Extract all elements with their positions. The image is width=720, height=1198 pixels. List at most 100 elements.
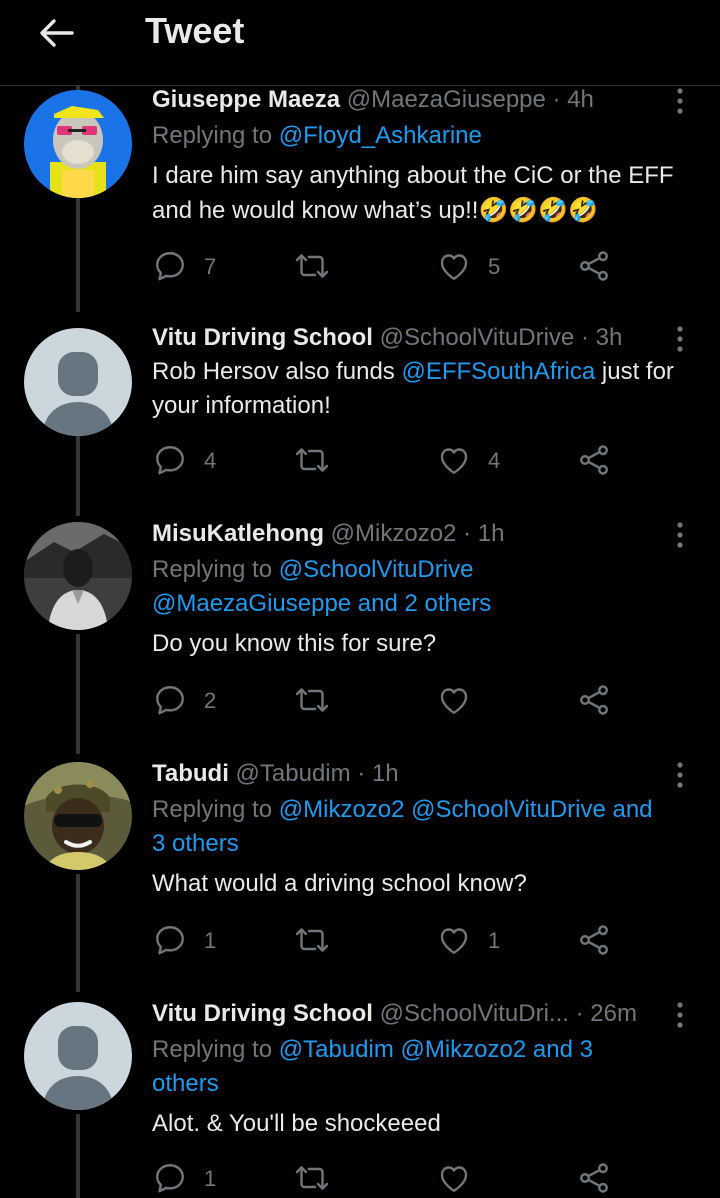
- tweet[interactable]: MisuKatlehong @Mikzozo2 · 1h Replying to…: [0, 520, 720, 730]
- arrow-left-icon: [40, 19, 74, 47]
- display-name[interactable]: Giuseppe Maeza: [152, 86, 340, 113]
- reply-icon: [152, 248, 188, 284]
- share-icon: [576, 682, 612, 718]
- tweet-text: I dare him say anything about the CiC or…: [152, 162, 674, 189]
- tweet-actions: 7 5: [152, 246, 632, 286]
- heart-icon: [436, 442, 472, 478]
- tweet-text: What would a driving school know?: [152, 870, 527, 897]
- avatar[interactable]: [24, 762, 132, 870]
- tweet-text: Rob Hersov also funds @EFFSouthAfrica ju…: [152, 358, 674, 386]
- tweet-text-part: just for: [595, 358, 674, 385]
- heart-icon: [436, 1160, 472, 1196]
- mention-link[interactable]: @MaezaGiuseppe and 2 others: [152, 590, 491, 618]
- replying-to: Replying to @Mikzozo2 @SchoolVituDrive a…: [152, 796, 653, 824]
- timestamp[interactable]: · 1h: [463, 520, 504, 547]
- back-button[interactable]: [34, 12, 78, 56]
- heart-icon: [436, 248, 472, 284]
- tweet-header: Tabudi @Tabudim · 1h: [152, 760, 399, 788]
- tweet-actions: 4 4: [152, 440, 632, 480]
- tweet-text: Do you know this for sure?: [152, 630, 437, 657]
- avatar[interactable]: [24, 328, 132, 436]
- share-icon: [576, 1160, 612, 1196]
- tweet-header: MisuKatlehong @Mikzozo2 · 1h: [152, 520, 504, 548]
- username[interactable]: @SchoolVituDrive: [380, 324, 575, 351]
- share-icon: [576, 922, 612, 958]
- avatar[interactable]: [24, 522, 132, 630]
- like-count: 1: [488, 928, 501, 953]
- retweet-icon: [294, 1160, 330, 1196]
- reply-count: 4: [204, 448, 217, 473]
- timestamp[interactable]: · 1h: [357, 760, 398, 787]
- replying-to: Replying to @Tabudim @Mikzozo2 and 3: [152, 1036, 593, 1064]
- username[interactable]: @SchoolVituDri...: [380, 1000, 569, 1027]
- tweet-text: Alot. & You'll be shockeeed: [152, 1110, 441, 1137]
- replying-label: Replying to: [152, 1036, 279, 1063]
- reply-count: 2: [204, 688, 217, 713]
- mention-link[interactable]: @EFFSouthAfrica: [401, 358, 595, 385]
- share-icon: [576, 442, 612, 478]
- reply-icon: [152, 442, 188, 478]
- replying-label: Replying to: [152, 556, 279, 583]
- more-vertical-icon: [668, 324, 692, 354]
- reply-count: 7: [204, 254, 217, 279]
- timestamp[interactable]: · 4h: [553, 86, 594, 113]
- more-options-button[interactable]: [668, 520, 692, 550]
- tweet-actions: 2: [152, 680, 632, 720]
- like-count: 5: [488, 254, 501, 279]
- retweet-icon: [294, 248, 330, 284]
- tweet-actions: 1 1: [152, 920, 632, 960]
- reply-count: 1: [204, 928, 217, 953]
- display-name[interactable]: Tabudi: [152, 760, 229, 787]
- more-options-button[interactable]: [668, 1000, 692, 1030]
- replying-to: Replying to @SchoolVituDrive: [152, 556, 473, 584]
- top-app-bar: Tweet: [0, 0, 720, 86]
- retweet-icon: [294, 922, 330, 958]
- tweet[interactable]: Tabudi @Tabudim · 1h Replying to @Mikzoz…: [0, 760, 720, 970]
- username[interactable]: @Tabudim: [236, 760, 351, 787]
- tweet-text-part: Rob Hersov also funds: [152, 358, 402, 385]
- tweet-header: Vitu Driving School @SchoolVituDrive · 3…: [152, 324, 622, 352]
- username[interactable]: @MaezaGiuseppe: [347, 86, 546, 113]
- page-title: Tweet: [145, 10, 245, 51]
- tweet-text: your information!: [152, 392, 331, 419]
- heart-icon: [436, 922, 472, 958]
- tweet[interactable]: Giuseppe Maeza @MaezaGiuseppe · 4h Reply…: [0, 86, 720, 296]
- username[interactable]: @Mikzozo2: [331, 520, 457, 547]
- tweet-actions: 1: [152, 1158, 632, 1198]
- reply-icon: [152, 922, 188, 958]
- display-name[interactable]: Vitu Driving School: [152, 1000, 373, 1027]
- timestamp[interactable]: · 3h: [581, 324, 622, 351]
- reply-icon: [152, 682, 188, 718]
- mention-link[interactable]: others: [152, 1070, 219, 1098]
- replying-label: Replying to: [152, 796, 279, 823]
- display-name[interactable]: Vitu Driving School: [152, 324, 373, 351]
- share-icon: [576, 248, 612, 284]
- tweet-header: Vitu Driving School @SchoolVituDri... · …: [152, 1000, 637, 1028]
- reply-icon: [152, 1160, 188, 1196]
- mention-link[interactable]: @Mikzozo2 @SchoolVituDrive and: [279, 796, 653, 823]
- like-count: 4: [488, 448, 501, 473]
- more-vertical-icon: [668, 1000, 692, 1030]
- reply-count: 1: [204, 1166, 217, 1191]
- display-name[interactable]: MisuKatlehong: [152, 520, 324, 547]
- tweet[interactable]: Vitu Driving School @SchoolVituDri... · …: [0, 1000, 720, 1198]
- tweet-text: and he would know what’s up!!🤣🤣🤣🤣: [152, 197, 598, 224]
- more-vertical-icon: [668, 86, 692, 116]
- timestamp[interactable]: · 26m: [576, 1000, 637, 1027]
- mention-link[interactable]: 3 others: [152, 830, 239, 858]
- replying-label: Replying to: [152, 122, 279, 149]
- mention-link[interactable]: @SchoolVituDrive: [279, 556, 474, 583]
- retweet-icon: [294, 682, 330, 718]
- avatar[interactable]: [24, 1002, 132, 1110]
- more-options-button[interactable]: [668, 324, 692, 354]
- more-options-button[interactable]: [668, 760, 692, 790]
- mention-link[interactable]: @Floyd_Ashkarine: [279, 122, 482, 149]
- heart-icon: [436, 682, 472, 718]
- more-options-button[interactable]: [668, 86, 692, 116]
- mention-link[interactable]: @Tabudim @Mikzozo2 and 3: [279, 1036, 593, 1063]
- tweet[interactable]: Vitu Driving School @SchoolVituDrive · 3…: [0, 324, 720, 494]
- avatar[interactable]: [24, 90, 132, 198]
- retweet-icon: [294, 442, 330, 478]
- more-vertical-icon: [668, 760, 692, 790]
- more-vertical-icon: [668, 520, 692, 550]
